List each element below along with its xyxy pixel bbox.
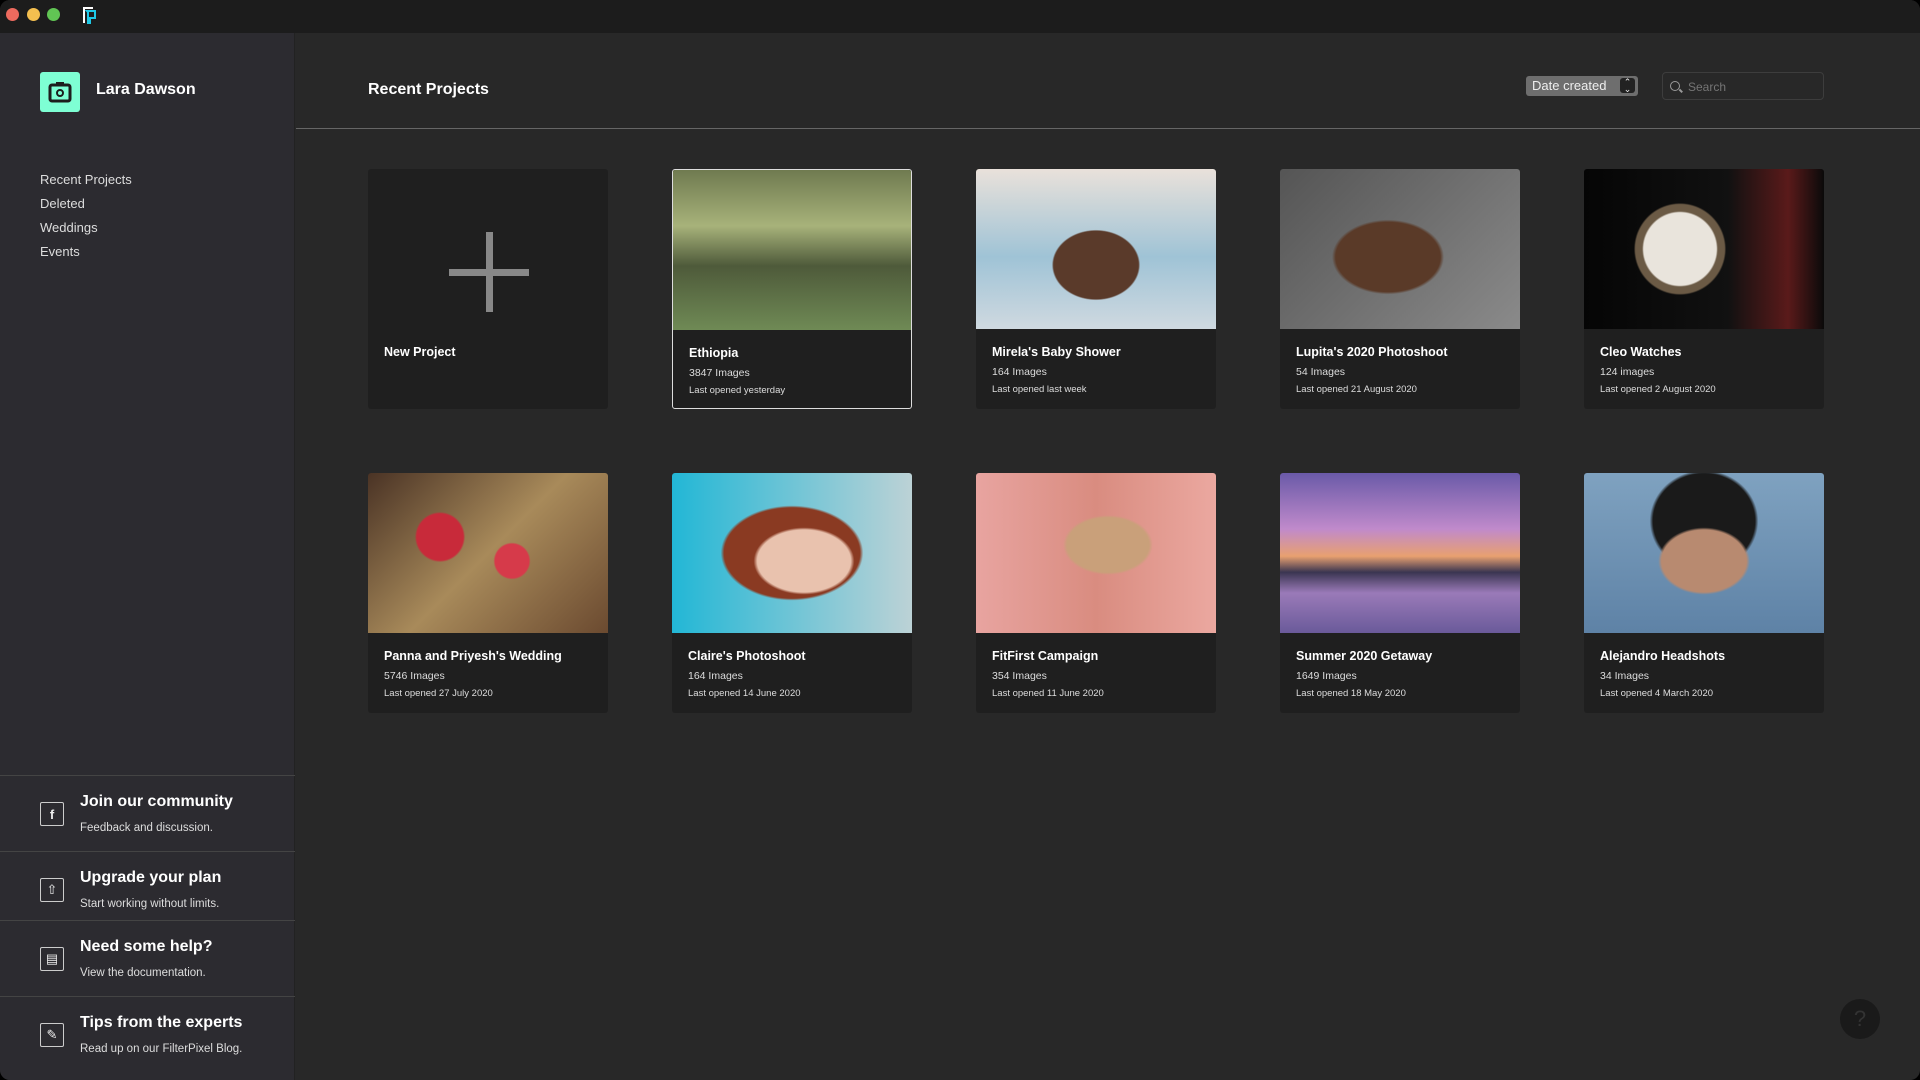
project-image-count: 164 Images <box>688 670 743 682</box>
project-image-count: 5746 Images <box>384 670 445 682</box>
help-link-title: Join our community <box>80 793 233 810</box>
chevron-up-down-icon: ⌃ ⌄ <box>1620 78 1635 94</box>
project-card[interactable]: Mirela's Baby Shower 164 Images Last ope… <box>976 169 1216 409</box>
project-thumbnail <box>368 473 608 633</box>
project-name: FitFirst Campaign <box>992 649 1099 663</box>
sort-select-value: Date created <box>1532 78 1607 93</box>
project-last-opened: Last opened 4 March 2020 <box>1600 688 1714 699</box>
project-image-count: 54 Images <box>1296 366 1346 378</box>
upgrade-plan-link[interactable]: ⇧ Upgrade your plan Start working withou… <box>0 851 295 920</box>
project-card[interactable]: Claire's Photoshoot 164 Images Last open… <box>672 473 912 713</box>
project-name: Alejandro Headshots <box>1600 649 1726 663</box>
document-icon: ▤ <box>40 947 64 971</box>
sidebar-nav: Recent Projects Deleted Weddings Events <box>40 168 132 264</box>
sidebar-item-recent-projects[interactable]: Recent Projects <box>40 168 132 192</box>
filterpixel-logo-icon <box>83 7 96 24</box>
camera-icon <box>48 82 72 103</box>
project-card[interactable]: FitFirst Campaign 354 Images Last opened… <box>976 473 1216 713</box>
maximize-window-button[interactable] <box>47 8 60 21</box>
project-thumbnail <box>672 473 912 633</box>
project-name: Ethiopia <box>689 346 739 360</box>
plus-icon-bar <box>449 269 529 276</box>
project-last-opened: Last opened 27 July 2020 <box>384 688 493 699</box>
project-thumbnail <box>976 169 1216 329</box>
project-image-count: 3847 Images <box>689 367 750 379</box>
join-community-link[interactable]: f Join our community Feedback and discus… <box>0 775 295 851</box>
project-name: Summer 2020 Getaway <box>1296 649 1433 663</box>
project-thumbnail <box>1280 169 1520 329</box>
documentation-link[interactable]: ▤ Need some help? View the documentation… <box>0 920 295 996</box>
sidebar-item-deleted[interactable]: Deleted <box>40 192 132 216</box>
project-thumbnail <box>976 473 1216 633</box>
blog-link[interactable]: ✎ Tips from the experts Read up on our F… <box>0 996 295 1072</box>
project-thumbnail <box>1584 473 1824 633</box>
help-link-title: Need some help? <box>80 938 213 955</box>
sidebar: Lara Dawson Recent Projects Deleted Wedd… <box>0 33 295 1080</box>
project-last-opened: Last opened 21 August 2020 <box>1296 384 1417 395</box>
project-card[interactable]: Cleo Watches 124 images Last opened 2 Au… <box>1584 169 1824 409</box>
sidebar-item-weddings[interactable]: Weddings <box>40 216 132 240</box>
project-card[interactable]: Ethiopia 3847 Images Last opened yesterd… <box>672 169 912 409</box>
help-link-subtitle: View the documentation. <box>80 967 206 979</box>
user-name: Lara Dawson <box>96 81 196 98</box>
search-input[interactable] <box>1688 80 1808 94</box>
help-link-subtitle: Feedback and discussion. <box>80 822 213 834</box>
chat-bubble-icon: ✎ <box>40 1023 64 1047</box>
project-name: Lupita's 2020 Photoshoot <box>1296 345 1448 359</box>
project-name: Mirela's Baby Shower <box>992 345 1121 359</box>
page-title: Recent Projects <box>368 81 489 98</box>
project-card[interactable]: Lupita's 2020 Photoshoot 54 Images Last … <box>1280 169 1520 409</box>
new-project-card[interactable]: New Project <box>368 169 608 409</box>
title-bar <box>0 0 1920 33</box>
project-thumbnail <box>1584 169 1824 329</box>
project-image-count: 1649 Images <box>1296 670 1357 682</box>
avatar[interactable] <box>40 72 80 112</box>
project-image-count: 164 Images <box>992 366 1047 378</box>
main-content: Recent Projects Date created ⌃⌄ New Proj… <box>296 33 1920 1080</box>
project-last-opened: Last opened 11 June 2020 <box>992 688 1104 699</box>
help-link-subtitle: Read up on our FilterPixel Blog. <box>80 1043 243 1055</box>
upgrade-arrow-icon: ⇧ <box>40 878 64 902</box>
project-card[interactable]: Panna and Priyesh's Wedding 5746 Images … <box>368 473 608 713</box>
project-last-opened: Last opened last week <box>992 384 1087 395</box>
header-divider <box>296 128 1920 129</box>
project-image-count: 124 images <box>1600 366 1655 378</box>
project-thumbnail <box>673 170 911 330</box>
project-last-opened: Last opened 14 June 2020 <box>688 688 801 699</box>
project-last-opened: Last opened yesterday <box>689 385 786 396</box>
close-window-button[interactable] <box>6 8 19 21</box>
app-window: Lara Dawson Recent Projects Deleted Wedd… <box>0 0 1920 1080</box>
sidebar-item-events[interactable]: Events <box>40 240 132 264</box>
project-image-count: 34 Images <box>1600 670 1650 682</box>
help-link-title: Tips from the experts <box>80 1014 243 1031</box>
project-card[interactable]: Summer 2020 Getaway 1649 Images Last ope… <box>1280 473 1520 713</box>
project-card[interactable]: Alejandro Headshots 34 Images Last opene… <box>1584 473 1824 713</box>
project-last-opened: Last opened 2 August 2020 <box>1600 384 1716 395</box>
project-name: Claire's Photoshoot <box>688 649 806 663</box>
help-link-subtitle: Start working without limits. <box>80 898 220 910</box>
project-last-opened: Last opened 18 May 2020 <box>1296 688 1406 699</box>
sort-select[interactable]: Date created ⌃ ⌄ <box>1526 76 1638 96</box>
project-name: Cleo Watches <box>1600 345 1682 359</box>
help-link-title: Upgrade your plan <box>80 869 222 886</box>
project-name: Panna and Priyesh's Wedding <box>384 649 562 663</box>
minimize-window-button[interactable] <box>27 8 40 21</box>
project-image-count: 354 Images <box>992 670 1047 682</box>
facebook-icon: f <box>40 802 64 826</box>
new-project-label: New Project <box>384 345 456 359</box>
help-links: f Join our community Feedback and discus… <box>0 775 295 1072</box>
help-button[interactable]: ? <box>1840 999 1880 1039</box>
search-field[interactable] <box>1662 72 1824 100</box>
search-icon <box>1670 81 1680 91</box>
project-thumbnail <box>1280 473 1520 633</box>
